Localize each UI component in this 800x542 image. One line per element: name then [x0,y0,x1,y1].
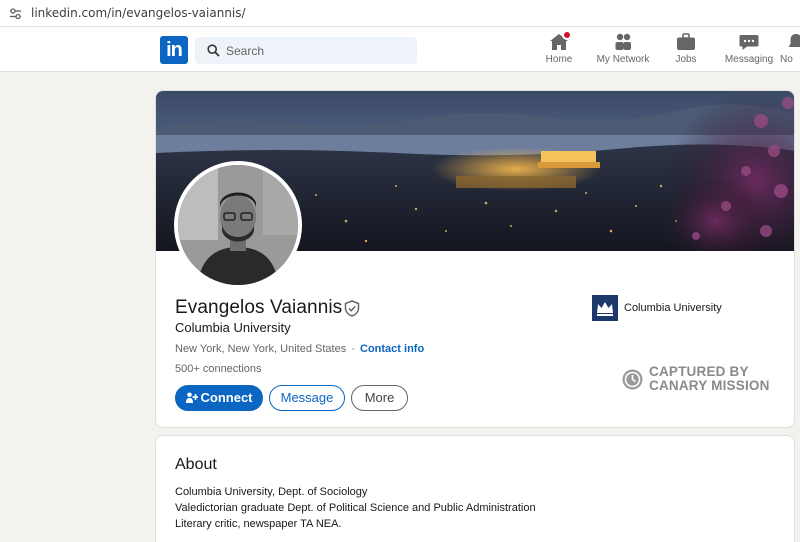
url-text[interactable]: linkedin.com/in/evangelos-vaiannis/ [31,6,246,20]
verified-shield-icon[interactable] [344,300,360,317]
nav-item-my-network[interactable]: My Network [593,33,653,71]
about-section: About Columbia University, Dept. of Soci… [155,435,795,542]
profile-card: Evangelos Vaiannis Columbia University N… [155,90,795,428]
messaging-icon [739,33,759,51]
search-input[interactable]: Search [195,37,417,64]
canary-mission-watermark: CAPTURED BY CANARY MISSION [622,365,782,397]
watermark-text: CAPTURED BY CANARY MISSION [649,365,770,393]
site-settings-icon[interactable] [9,7,22,20]
bell-icon [786,33,800,51]
nav-label: No [780,54,793,65]
browser-address-bar[interactable]: linkedin.com/in/evangelos-vaiannis/ [0,0,800,27]
education-school-name: Columbia University [624,302,722,314]
about-line: Valedictorian graduate Dept. of Politica… [175,502,536,514]
notification-badge [562,30,572,40]
message-button[interactable]: Message [269,385,345,411]
nav-label: My Network [596,54,650,65]
profile-name: Evangelos Vaiannis [175,297,343,318]
nav-label: Jobs [675,54,697,65]
columbia-crown-logo [592,295,618,321]
about-line: Literary critic, newspaper TA NEA. [175,518,342,530]
profile-photo[interactable] [174,161,302,289]
connect-button[interactable]: Connect [175,385,263,411]
nav-item-jobs[interactable]: Jobs [656,33,716,71]
nav-label: Messaging [724,54,774,65]
add-person-icon [185,392,198,403]
about-line: Columbia University, Dept. of Sociology [175,486,368,498]
watermark-line-2: CANARY MISSION [649,378,770,393]
top-navigation: in Search Home My Network Jobs Messaging [0,27,800,72]
contact-info-link[interactable]: Contact info [360,343,424,355]
search-placeholder: Search [226,44,265,58]
nav-item-home[interactable]: Home [529,30,589,71]
separator: · [351,343,355,355]
profile-location-row: New York, New York, United States · Cont… [175,343,424,355]
nav-item-notifications[interactable]: No [780,33,800,71]
watermark-line-1: CAPTURED BY [649,364,749,379]
profile-location: New York, New York, United States [175,343,347,355]
more-button[interactable]: More [351,385,408,411]
nav-item-messaging[interactable]: Messaging [719,33,779,71]
profile-photo-image [178,165,298,285]
linkedin-logo[interactable]: in [160,36,188,64]
clock-icon [622,369,643,390]
home-icon [549,30,572,51]
profile-headline: Columbia University [175,320,291,335]
search-icon [207,44,220,57]
briefcase-icon [676,33,696,51]
network-icon [613,33,633,51]
connect-label: Connect [200,390,253,405]
about-title: About [175,456,217,473]
connections-count[interactable]: 500+ connections [175,363,262,375]
nav-label: Home [545,54,573,65]
